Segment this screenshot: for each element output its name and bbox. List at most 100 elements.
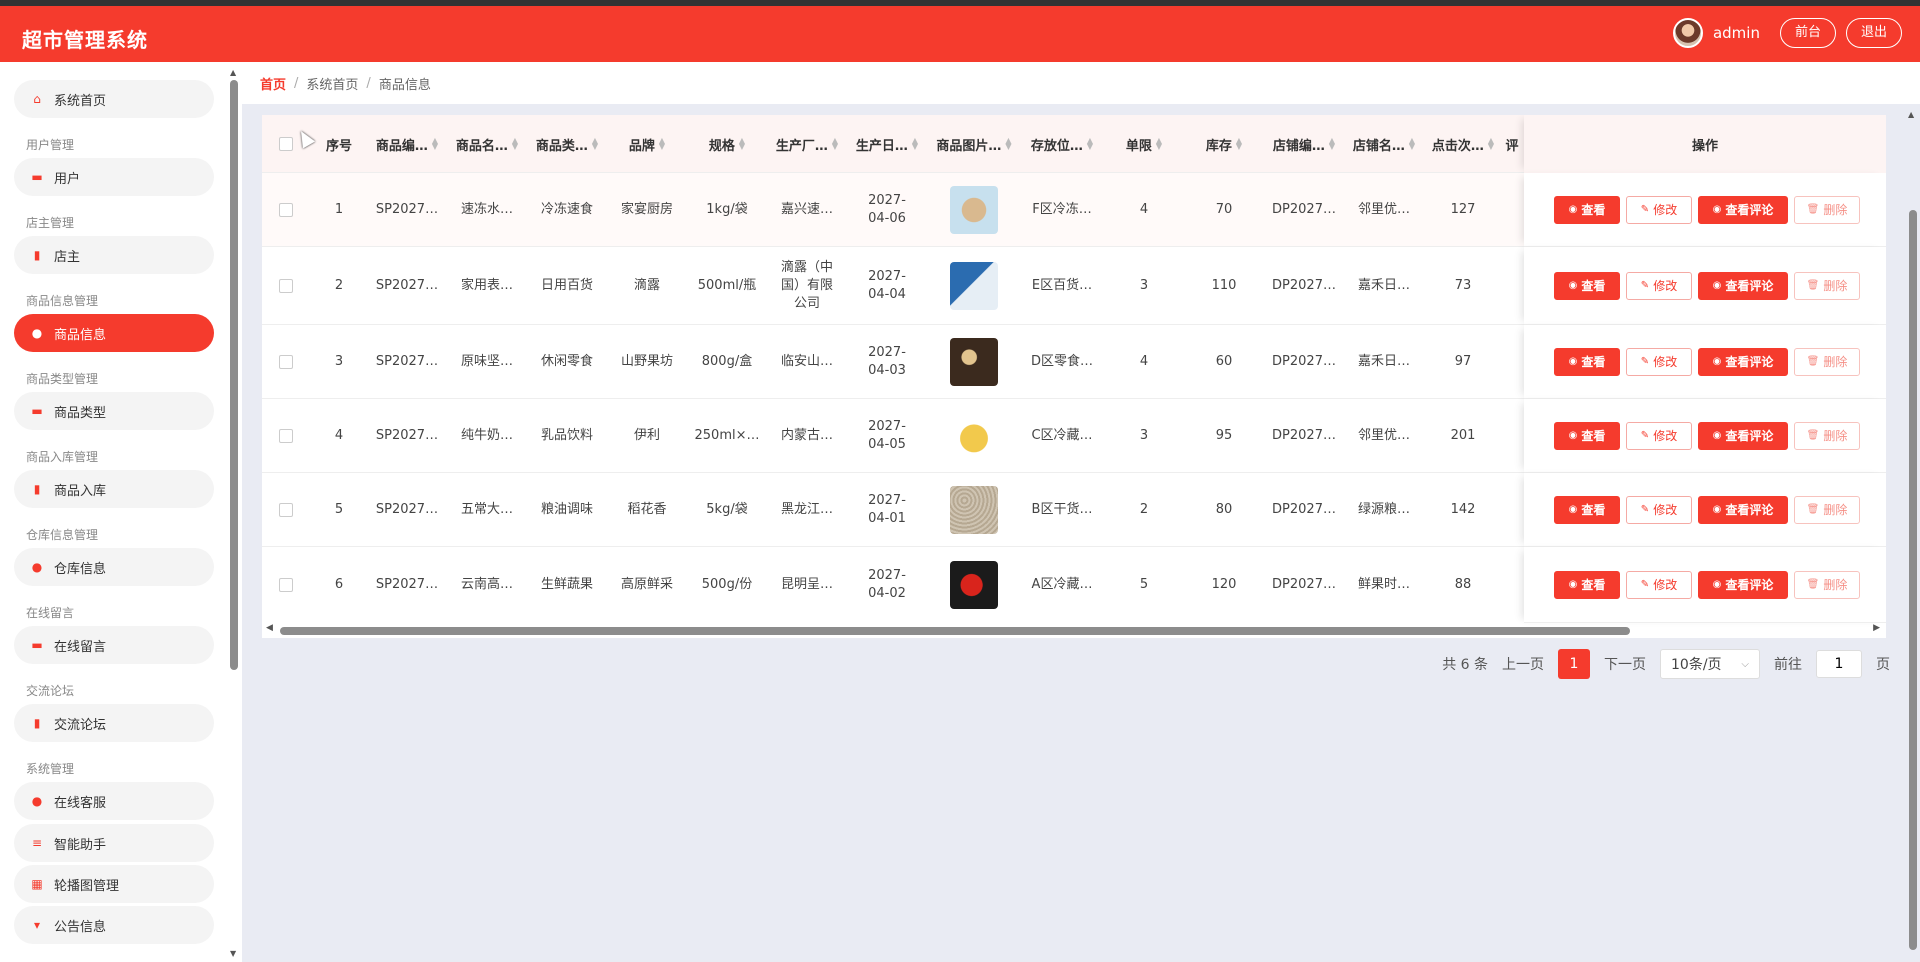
col-header[interactable]: 店铺名… ▲ ▼ [1344, 115, 1424, 173]
sidebar-item-home[interactable]: ⌂ 系统首页 [14, 80, 214, 118]
product-thumbnail[interactable] [950, 185, 998, 234]
row-select-cell[interactable] [274, 173, 298, 246]
product-thumbnail[interactable] [950, 485, 998, 534]
col-header[interactable]: 存放位… ▲ ▼ [1020, 115, 1104, 173]
view-comments-button[interactable]: ◉ 查看评论 [1698, 347, 1788, 376]
edit-button[interactable]: ✎ 修改 [1626, 421, 1692, 450]
cell-shop: 邻里优… [1357, 201, 1410, 217]
scroll-left-icon[interactable]: ◀ [266, 623, 273, 633]
view-comments-button[interactable]: ◉ 查看评论 [1698, 421, 1788, 450]
product-thumbnail[interactable] [950, 560, 998, 609]
delete-button[interactable]: 🗑 删除 [1794, 271, 1860, 300]
goto-page-input[interactable] [1816, 650, 1862, 678]
page-size-select[interactable]: 10条/页 ⌵ [1660, 649, 1760, 679]
view-comments-button[interactable]: ◉ 查看评论 [1698, 271, 1788, 300]
delete-button[interactable]: 🗑 删除 [1794, 495, 1860, 524]
select-all-cell[interactable] [274, 115, 298, 173]
view-button-label: 查看 [1581, 203, 1606, 217]
sidebar-item-notice[interactable]: ▾ 公告信息 [14, 906, 214, 944]
row-select-cell[interactable] [274, 473, 298, 546]
eye-icon: ◉ [1568, 204, 1578, 215]
view-button[interactable]: ◉ 查看 [1554, 495, 1620, 524]
main-scrollbar[interactable]: ▲ [1908, 110, 1918, 960]
col-header[interactable]: 单限 ▲ ▼ [1104, 115, 1184, 173]
col-header[interactable]: 商品编… ▲ ▼ [368, 115, 446, 173]
row-checkbox[interactable] [279, 354, 293, 369]
col-header[interactable]: 店铺编… ▲ ▼ [1264, 115, 1344, 173]
view-button[interactable]: ◉ 查看 [1554, 570, 1620, 599]
delete-button[interactable]: 🗑 删除 [1794, 421, 1860, 450]
sidebar-item-users[interactable]: ▬ 用户 [14, 158, 214, 196]
row-checkbox[interactable] [279, 202, 293, 217]
view-comments-button[interactable]: ◉ 查看评论 [1698, 570, 1788, 599]
edit-button-label: 修改 [1653, 578, 1678, 592]
view-button[interactable]: ◉ 查看 [1554, 195, 1620, 224]
col-header[interactable]: 生产厂… ▲ ▼ [768, 115, 846, 173]
delete-button[interactable]: 🗑 删除 [1794, 570, 1860, 599]
sidebar-item-carousel[interactable]: ▦ 轮播图管理 [14, 865, 214, 903]
row-select-cell[interactable] [274, 325, 298, 398]
scroll-right-icon[interactable]: ▶ [1873, 623, 1880, 633]
scroll-up-icon[interactable]: ▲ [1908, 110, 1914, 119]
edit-button[interactable]: ✎ 修改 [1626, 495, 1692, 524]
product-thumbnail[interactable] [950, 411, 998, 460]
sidebar-item-product-info[interactable]: ● 商品信息 [14, 314, 214, 352]
product-thumbnail[interactable] [950, 337, 998, 386]
col-header[interactable]: 商品名… ▲ ▼ [448, 115, 526, 173]
horizontal-scrollbar[interactable]: ◀ ▶ [262, 621, 1886, 637]
sidebar-item-shop-owner[interactable]: ▮ 店主 [14, 236, 214, 274]
col-header[interactable]: 商品类… ▲ ▼ [528, 115, 606, 173]
avatar[interactable] [1672, 18, 1703, 48]
scroll-down-icon[interactable]: ▼ [230, 949, 236, 958]
logout-button[interactable]: 退出 [1845, 18, 1902, 48]
row-select-cell[interactable] [274, 247, 298, 324]
edit-button[interactable]: ✎ 修改 [1626, 271, 1692, 300]
col-header[interactable]: 商品图片… ▲ ▼ [928, 115, 1020, 173]
row-checkbox[interactable] [279, 502, 293, 517]
edit-button[interactable]: ✎ 修改 [1626, 347, 1692, 376]
sidebar-item-stock-in[interactable]: ▮ 商品入库 [14, 470, 214, 508]
product-thumbnail[interactable] [950, 261, 998, 310]
col-header[interactable]: 规格 ▲ ▼ [688, 115, 766, 173]
prev-page-button[interactable]: 上一页 [1502, 654, 1544, 674]
edit-button[interactable]: ✎ 修改 [1626, 195, 1692, 224]
view-comments-button[interactable]: ◉ 查看评论 [1698, 495, 1788, 524]
product-image-cell [928, 399, 1020, 472]
sidebar-item-customer-service[interactable]: ● 在线客服 [14, 782, 214, 820]
next-page-button[interactable]: 下一页 [1604, 654, 1646, 674]
breadcrumb-home[interactable]: 首页 [260, 74, 286, 93]
sidebar-item-forum[interactable]: ▮ 交流论坛 [14, 704, 214, 742]
sidebar-item-product-type[interactable]: ▬ 商品类型 [14, 392, 214, 430]
row-checkbox[interactable] [279, 577, 293, 592]
sidebar-item-assistant[interactable]: ≡ 智能助手 [14, 824, 214, 862]
col-header[interactable]: 评 [1502, 115, 1522, 173]
col-header[interactable]: 库存 ▲ ▼ [1184, 115, 1264, 173]
sidebar-item-warehouse[interactable]: ● 仓库信息 [14, 548, 214, 586]
edit-button[interactable]: ✎ 修改 [1626, 570, 1692, 599]
scrollbar-thumb[interactable] [230, 80, 238, 670]
sort-icon: ▲ ▼ [1408, 136, 1416, 151]
row-checkbox[interactable] [279, 278, 293, 293]
scroll-up-icon[interactable]: ▲ [230, 68, 236, 77]
view-button[interactable]: ◉ 查看 [1554, 421, 1620, 450]
sidebar-item-messages[interactable]: ▬ 在线留言 [14, 626, 214, 664]
view-comments-button[interactable]: ◉ 查看评论 [1698, 195, 1788, 224]
row-checkbox[interactable] [279, 428, 293, 443]
sidebar-scrollbar[interactable]: ▲ ▼ [230, 68, 238, 958]
view-button[interactable]: ◉ 查看 [1554, 271, 1620, 300]
front-button[interactable]: 前台 [1779, 18, 1836, 48]
col-header[interactable]: 生产日… ▲ ▼ [848, 115, 926, 173]
row-select-cell[interactable] [274, 547, 298, 622]
view-button[interactable]: ◉ 查看 [1554, 347, 1620, 376]
select-all-checkbox[interactable] [279, 137, 293, 151]
sidebar-item-label: 系统首页 [54, 93, 107, 109]
scrollbar-thumb[interactable] [280, 627, 1630, 635]
delete-button[interactable]: 🗑 删除 [1794, 195, 1860, 224]
col-header[interactable]: 品牌 ▲ ▼ [608, 115, 686, 173]
row-select-cell[interactable] [274, 399, 298, 472]
page-number-current[interactable]: 1 [1558, 649, 1590, 679]
delete-button[interactable]: 🗑 删除 [1794, 347, 1860, 376]
breadcrumb-item[interactable]: 系统首页 [306, 74, 358, 93]
col-header[interactable]: 点击次… ▲ ▼ [1424, 115, 1502, 173]
scrollbar-thumb[interactable] [1909, 210, 1917, 950]
